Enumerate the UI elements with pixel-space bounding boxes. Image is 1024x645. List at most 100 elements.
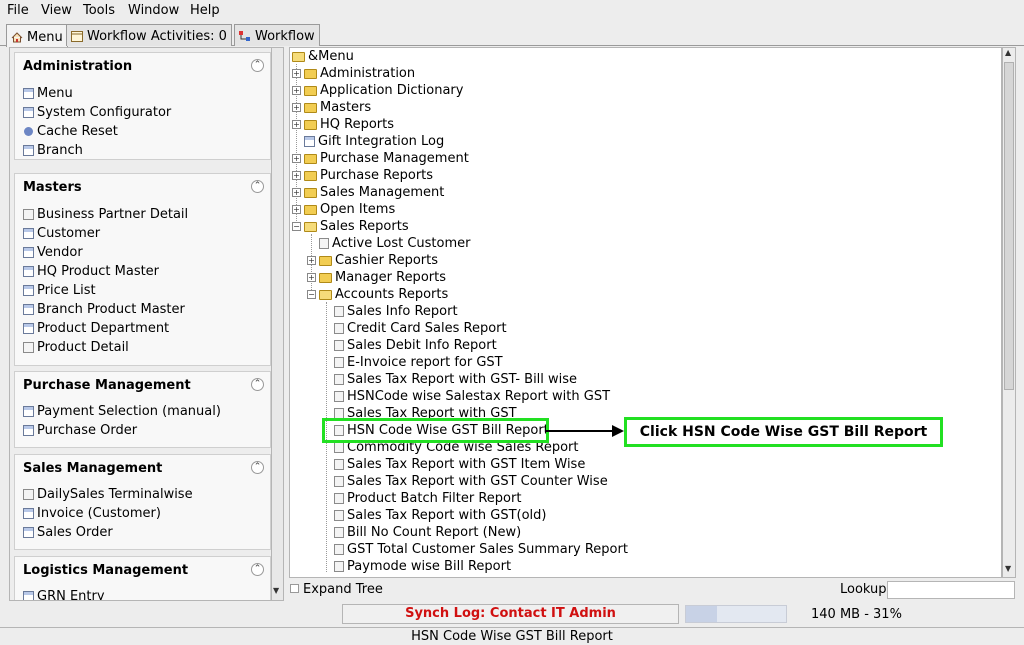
tree-node-manager-reports[interactable]: + Manager Reports (307, 269, 446, 286)
tree-node-label: Masters (320, 100, 372, 115)
expand-icon[interactable]: + (292, 154, 301, 163)
tree-node-product-batch-filter[interactable]: Product Batch Filter Report (334, 490, 521, 507)
collapse-icon[interactable]: ⌃ (251, 59, 264, 72)
tree-node-accounts-reports[interactable]: − Accounts Reports (307, 286, 448, 303)
tree-node-open-items[interactable]: + Open Items (292, 201, 395, 218)
sidebar-item-dailysales-terminalwise[interactable]: DailySales Terminalwise (23, 485, 193, 503)
sidebar-item-grn-entry[interactable]: GRN Entry (23, 587, 105, 601)
sidebar-item-vendor[interactable]: Vendor (23, 243, 83, 261)
sidebar-item-customer[interactable]: Customer (23, 224, 100, 242)
sidebar-item-branch-product-master[interactable]: Branch Product Master (23, 300, 185, 318)
expand-icon[interactable]: + (292, 69, 301, 78)
sidebar-item-cache-reset[interactable]: Cache Reset (23, 122, 118, 140)
tree-node-purchase-management[interactable]: + Purchase Management (292, 150, 469, 167)
tree-root[interactable]: &Menu (292, 48, 354, 65)
menu-tools[interactable]: Tools (83, 3, 115, 18)
tree-node-e-invoice-report[interactable]: E-Invoice report for GST (334, 354, 503, 371)
expand-icon[interactable]: + (292, 188, 301, 197)
expand-icon[interactable]: + (292, 86, 301, 95)
report-icon (334, 510, 344, 521)
report-icon (334, 323, 344, 334)
expand-icon[interactable]: + (307, 273, 316, 282)
window-icon (23, 405, 34, 417)
sidebar-item-menu[interactable]: Menu (23, 84, 73, 102)
tab-workflow-activities[interactable]: Workflow Activities: 0 (66, 24, 232, 46)
sidebar-item-system-configurator[interactable]: System Configurator (23, 103, 171, 121)
annotation-callout: Click HSN Code Wise GST Bill Report (624, 417, 943, 447)
expand-icon[interactable]: + (292, 120, 301, 129)
tab-workflow[interactable]: Workflow (234, 24, 320, 46)
tree-node-label: Purchase Reports (320, 168, 434, 183)
tree-node-gift-integration-log[interactable]: Gift Integration Log (292, 133, 444, 150)
tree-node-sales-info-report[interactable]: Sales Info Report (334, 303, 458, 320)
sidebar-item-invoice-customer[interactable]: Invoice (Customer) (23, 504, 161, 522)
collapse-icon[interactable]: ⌃ (251, 461, 264, 474)
scroll-down-arrow-icon[interactable]: ▼ (1005, 564, 1011, 573)
collapse-icon[interactable]: ⌃ (251, 563, 264, 576)
sidebar-item-payment-selection[interactable]: Payment Selection (manual) (23, 402, 221, 420)
sidebar-item-branch[interactable]: Branch (23, 141, 83, 159)
tree-node-label: Cashier Reports (335, 253, 439, 268)
tab-menu[interactable]: Menu (6, 24, 68, 47)
window-icon (304, 136, 315, 147)
tree-node-hsncode-wise-salestax[interactable]: HSNCode wise Salestax Report with GST (334, 388, 610, 405)
scroll-up-arrow-icon[interactable]: ▲ (1005, 48, 1011, 57)
menu-file[interactable]: File (7, 3, 29, 18)
tree-node-label: Bill No Count Report (New) (347, 525, 522, 540)
sidebar-item-hq-product-master[interactable]: HQ Product Master (23, 262, 159, 280)
sidebar-item-product-department[interactable]: Product Department (23, 319, 169, 337)
expand-icon[interactable]: + (292, 103, 301, 112)
synch-log-button[interactable]: Synch Log: Contact IT Admin (342, 604, 679, 624)
expand-icon[interactable]: + (292, 171, 301, 180)
expand-icon[interactable]: + (292, 205, 301, 214)
tree-node-administration[interactable]: + Administration (292, 65, 415, 82)
collapse-icon[interactable]: ⌃ (251, 180, 264, 193)
menu-view[interactable]: View (41, 3, 72, 18)
tree-node-sales-reports[interactable]: − Sales Reports (292, 218, 409, 235)
tree-node-paymode-wise-bill[interactable]: Paymode wise Bill Report (334, 558, 511, 575)
tree-node-sales-tax-counter-wise[interactable]: Sales Tax Report with GST Counter Wise (334, 473, 608, 490)
sidebar-item-price-list[interactable]: Price List (23, 281, 96, 299)
tree-node-masters[interactable]: + Masters (292, 99, 371, 116)
tree-node-purchase-reports[interactable]: + Purchase Reports (292, 167, 433, 184)
tree-node-hq-reports[interactable]: + HQ Reports (292, 116, 394, 133)
tree-node-sales-tax-item-wise[interactable]: Sales Tax Report with GST Item Wise (334, 456, 585, 473)
sidebar-item-product-detail[interactable]: Product Detail (23, 338, 129, 356)
tree-node-sales-debit-info-report[interactable]: Sales Debit Info Report (334, 337, 497, 354)
tree-node-active-lost-customer[interactable]: Active Lost Customer (307, 235, 470, 252)
tree-scrollbar[interactable]: ▲ ▼ (1002, 47, 1016, 578)
sidebar-item-label: GRN Entry (37, 588, 105, 601)
expand-icon[interactable]: + (307, 256, 316, 265)
sidebar-item-label: Invoice (Customer) (37, 505, 161, 521)
sidebar-scrollbar[interactable]: ▼ (271, 47, 284, 601)
tree-node-sales-tax-bill-wise[interactable]: Sales Tax Report with GST- Bill wise (334, 371, 577, 388)
menu-tree: &Menu + Administration + Application Dicti… (289, 47, 1002, 578)
sidebar-item-sales-order[interactable]: Sales Order (23, 523, 113, 541)
folder-icon (304, 187, 317, 198)
tree-node-sales-tax-gst-old[interactable]: Sales Tax Report with GST(old) (334, 507, 546, 524)
sidebar-item-label: Payment Selection (manual) (37, 403, 221, 419)
tree-node-credit-card-sales-report[interactable]: Credit Card Sales Report (334, 320, 507, 337)
collapse-icon[interactable]: ⌃ (251, 378, 264, 391)
collapse-node-icon[interactable]: − (307, 290, 316, 299)
report-icon (334, 340, 344, 351)
tree-node-gst-total-customer-sales[interactable]: GST Total Customer Sales Summary Report (334, 541, 628, 558)
expand-tree-checkbox[interactable] (290, 584, 299, 593)
collapse-node-icon[interactable]: − (292, 222, 301, 231)
tree-node-label: Sales Debit Info Report (347, 338, 497, 353)
tree-node-label: Gift Integration Log (318, 134, 445, 149)
tree-node-application-dictionary[interactable]: + Application Dictionary (292, 82, 463, 99)
tree-node-bill-no-count[interactable]: Bill No Count Report (New) (334, 524, 521, 541)
lookup-input[interactable] (887, 581, 1015, 599)
scroll-thumb[interactable] (1004, 62, 1014, 390)
sidebar-item-purchase-order[interactable]: Purchase Order (23, 421, 137, 439)
scroll-down-arrow-icon[interactable]: ▼ (273, 586, 279, 595)
folder-icon (304, 204, 317, 215)
tree-node-cashier-reports[interactable]: + Cashier Reports (307, 252, 438, 269)
tree-node-sales-management[interactable]: + Sales Management (292, 184, 444, 201)
sidebar-item-business-partner-detail[interactable]: Business Partner Detail (23, 205, 188, 223)
window-icon (23, 144, 34, 156)
menu-help[interactable]: Help (190, 3, 220, 18)
memory-bar[interactable] (685, 605, 787, 623)
menu-window[interactable]: Window (128, 3, 179, 18)
